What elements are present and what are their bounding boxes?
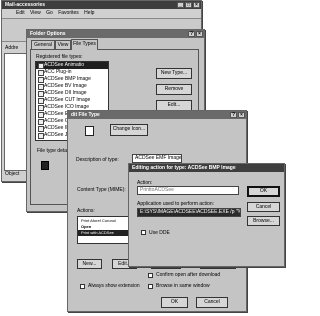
editing-action-title: Editing action for type: ACDSee BMP Imag… bbox=[132, 165, 236, 171]
folder-options-help-button[interactable]: ? bbox=[188, 31, 195, 37]
explorer-title-bar: Mail-accessories _ □ × bbox=[2, 1, 201, 9]
use-dde-checkbox[interactable] bbox=[141, 230, 146, 235]
document-type-icon bbox=[85, 126, 94, 136]
menu-edit[interactable]: Edit bbox=[16, 10, 25, 16]
action-item-selected[interactable]: Print with ACDSee bbox=[78, 230, 132, 236]
file-type-item[interactable]: ACDSee Animatio bbox=[36, 62, 108, 69]
description-input[interactable]: ACDSee EMF Image bbox=[132, 154, 182, 163]
folder-options-title-bar: Folder Options ? × bbox=[27, 30, 204, 38]
file-type-item[interactable]: ACDSee CUT Image bbox=[36, 97, 108, 104]
confirm-open-label: Confirm open after download bbox=[156, 272, 221, 278]
file-type-item[interactable]: ACDSee BV Image bbox=[36, 83, 108, 90]
tab-file-types[interactable]: File Types bbox=[71, 39, 98, 50]
editing-action-title-bar: Editing action for type: ACDSee BMP Imag… bbox=[129, 164, 284, 172]
always-show-extension-checkbox[interactable] bbox=[80, 284, 85, 289]
new-type-button[interactable]: New Type... bbox=[156, 68, 192, 79]
actions-list[interactable]: Print Aforef Curonol Open Print with ACD… bbox=[77, 216, 133, 244]
menu-go[interactable]: Go bbox=[46, 10, 53, 16]
folder-options-close-button[interactable]: × bbox=[196, 31, 203, 37]
edit-file-type-title-bar: dit File Type ? × bbox=[68, 111, 246, 119]
explorer-title: Mail-accessories bbox=[5, 2, 46, 8]
browse-button[interactable]: Browse... bbox=[247, 216, 280, 226]
edit-file-type-ok-button[interactable]: OK bbox=[161, 297, 188, 308]
tab-view[interactable]: View bbox=[55, 40, 71, 49]
menu-view[interactable]: View bbox=[30, 10, 41, 16]
address-label-partial: Addre bbox=[5, 45, 19, 51]
editing-action-cancel-button[interactable]: Cancel bbox=[247, 202, 280, 212]
browse-same-window-label: Browse in same window bbox=[156, 283, 210, 289]
tab-general[interactable]: General bbox=[31, 40, 55, 49]
edit-file-type-help-button[interactable]: ? bbox=[230, 112, 237, 118]
application-label: Application used to perform action: bbox=[137, 201, 214, 207]
file-type-details-label: File type detai bbox=[37, 148, 69, 154]
editing-action-ok-button[interactable]: OK bbox=[247, 186, 280, 197]
explorer-status-text: Object bbox=[5, 171, 20, 177]
editing-action-dialog: Editing action for type: ACDSee BMP Imag… bbox=[128, 163, 285, 267]
edit-file-type-title: dit File Type bbox=[71, 112, 100, 118]
file-type-item[interactable]: ACDSee BMP Image bbox=[36, 76, 108, 83]
actions-label: Actions: bbox=[77, 208, 95, 214]
file-type-item[interactable]: ACDSee DII Image bbox=[36, 90, 108, 97]
remove-type-button[interactable]: Remove bbox=[156, 84, 192, 95]
new-action-button[interactable]: New... bbox=[77, 259, 102, 269]
folder-options-title: Folder Options bbox=[30, 31, 66, 37]
confirm-open-checkbox[interactable] bbox=[148, 273, 153, 278]
action-input[interactable]: PrinttoACDSee bbox=[137, 186, 239, 195]
menu-favorites[interactable]: Favorites bbox=[58, 10, 79, 16]
content-type-label: Content Type (MIME): bbox=[77, 187, 126, 193]
description-label: Description of type: bbox=[76, 157, 119, 163]
explorer-maximize-button[interactable]: □ bbox=[185, 2, 192, 8]
explorer-close-button[interactable]: × bbox=[193, 2, 200, 8]
file-type-item[interactable]: ACC Plug-in bbox=[36, 69, 108, 76]
use-dde-label: Use DDE bbox=[149, 230, 170, 236]
browse-same-window-checkbox[interactable] bbox=[148, 284, 153, 289]
edit-file-type-close-button[interactable]: × bbox=[238, 112, 245, 118]
menu-help[interactable]: Help bbox=[84, 10, 94, 16]
change-icon-button[interactable]: Change Icon... bbox=[110, 124, 148, 136]
registered-types-label: Registered file types: bbox=[36, 54, 83, 60]
explorer-minimize-button[interactable]: _ bbox=[177, 2, 184, 8]
edit-file-type-cancel-button[interactable]: Cancel bbox=[196, 297, 228, 308]
application-input[interactable]: E:\SYS\IMAGE\ACDSEE\ACDSEE.EXE /p "%1" bbox=[137, 208, 241, 217]
file-type-icon bbox=[41, 161, 49, 170]
explorer-menu-bar: Edit View Go Favorites Help bbox=[2, 9, 201, 19]
always-show-extension-label: Always show extension bbox=[88, 283, 140, 289]
